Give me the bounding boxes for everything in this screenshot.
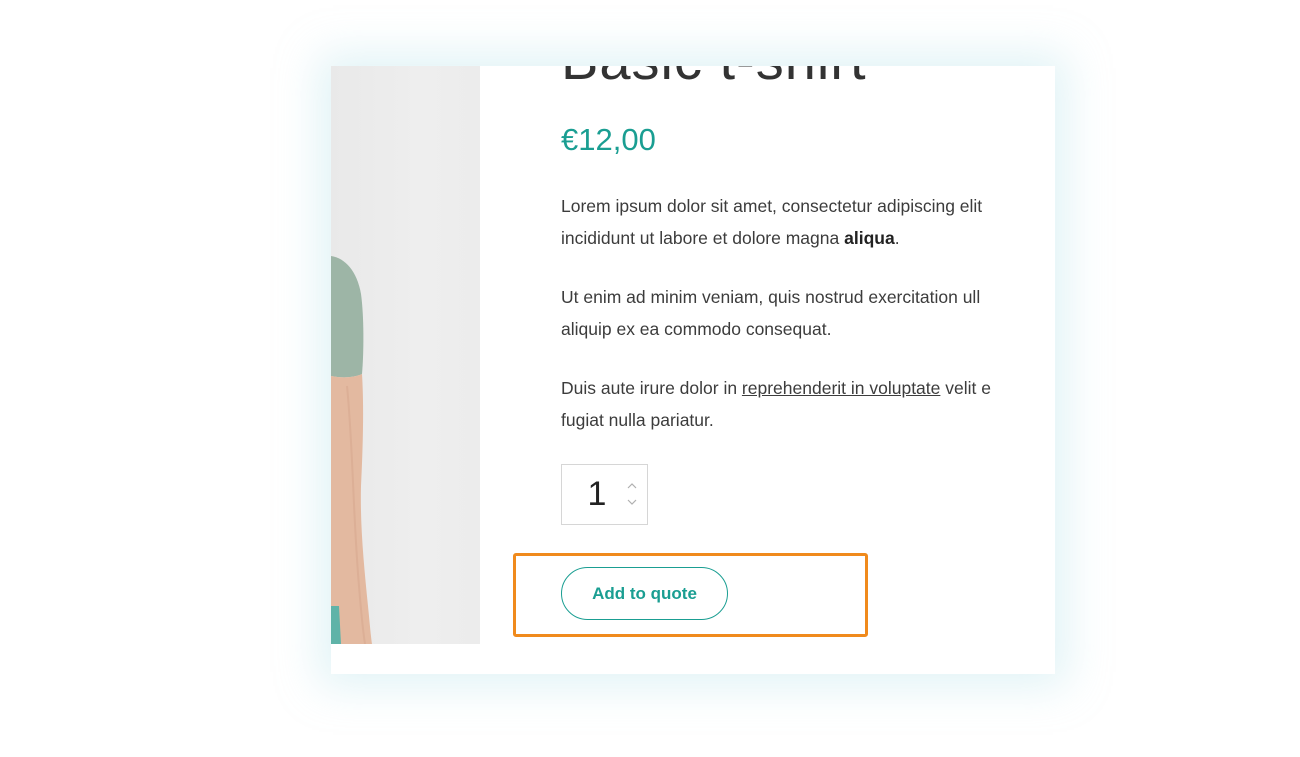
description-text: incididunt ut labore et dolore magna xyxy=(561,228,845,248)
description-text: fugiat nulla pariatur. xyxy=(561,410,714,430)
page: Basic t-shirt €12,00 Lorem ipsum dolor s… xyxy=(0,0,1300,757)
chevron-down-icon[interactable] xyxy=(625,496,639,508)
quantity-stepper[interactable]: 1 xyxy=(561,464,648,525)
product-details: Basic t-shirt €12,00 Lorem ipsum dolor s… xyxy=(561,66,1055,674)
description-text: Ut enim ad minim veniam, quis nostrud ex… xyxy=(561,287,981,307)
product-image xyxy=(331,66,480,644)
description-text: Duis aute irure dolor in xyxy=(561,378,742,398)
description-text: aliquip ex ea commodo consequat. xyxy=(561,319,832,339)
product-card: Basic t-shirt €12,00 Lorem ipsum dolor s… xyxy=(331,66,1055,674)
description-text: . xyxy=(894,228,900,248)
description-paragraph-3: Duis aute irure dolor in reprehenderit i… xyxy=(561,372,991,436)
product-title: Basic t-shirt xyxy=(561,66,867,88)
add-to-quote-button[interactable]: Add to quote xyxy=(561,567,728,620)
product-price: €12,00 xyxy=(561,122,656,157)
chevron-up-icon[interactable] xyxy=(625,480,639,492)
quantity-value[interactable]: 1 xyxy=(562,475,632,514)
model-photo xyxy=(331,256,372,644)
description-paragraph-1: Lorem ipsum dolor sit amet, consectetur … xyxy=(561,190,982,254)
description-bold-text: aliqua xyxy=(844,228,895,248)
description-text: Lorem ipsum dolor sit amet, consectetur … xyxy=(561,196,983,216)
description-text: velit e xyxy=(940,378,991,398)
description-link[interactable]: reprehenderit in voluptate xyxy=(742,378,940,398)
description-paragraph-2: Ut enim ad minim veniam, quis nostrud ex… xyxy=(561,281,980,345)
